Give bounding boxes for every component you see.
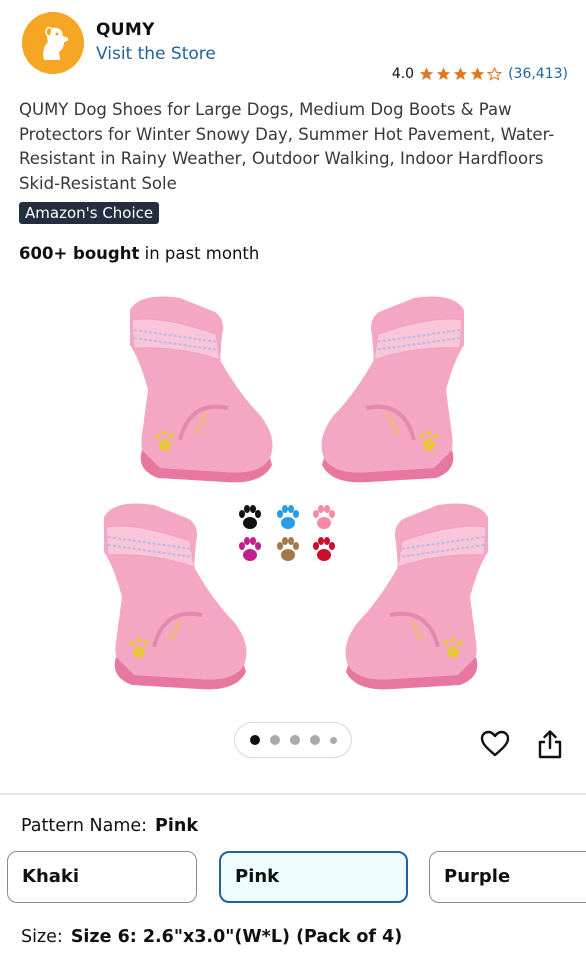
rating-summary[interactable]: 4.0 (36,413)	[392, 66, 568, 82]
pattern-option-purple[interactable]: Purple	[429, 851, 586, 903]
pattern-option-pink[interactable]: Pink	[219, 851, 408, 903]
section-divider	[0, 793, 586, 795]
carousel-dot[interactable]	[269, 735, 280, 745]
carousel-dot[interactable]	[309, 735, 320, 745]
brand-name: QUMY	[96, 20, 155, 40]
bought-period: in past month	[139, 244, 260, 263]
product-header: QUMY Visit the Store 4.0 (36,413)	[0, 0, 586, 90]
heart-icon[interactable]	[480, 730, 510, 758]
bought-count: 600+ bought	[19, 244, 140, 263]
carousel-dot[interactable]	[289, 735, 300, 745]
review-count-link[interactable]: (36,413)	[508, 66, 568, 82]
size-selected: Size 6: 2.6"x3.0"(W*L) (Pack of 4)	[70, 927, 403, 947]
product-title: QUMY Dog Shoes for Large Dogs, Medium Do…	[19, 100, 555, 193]
star-full-icon	[419, 67, 434, 80]
rating-stars	[418, 66, 503, 82]
rating-value: 4.0	[391, 66, 415, 82]
pattern-label: Pattern Name:	[21, 816, 148, 836]
image-carousel-indicator[interactable]	[234, 722, 352, 758]
size-row: Size: Size 6: 2.6"x3.0"(W*L) (Pack of 4)	[21, 927, 402, 947]
carousel-dot-active[interactable]	[249, 735, 260, 745]
star-full-icon	[436, 67, 451, 80]
dog-logo-icon[interactable]	[22, 12, 84, 74]
bought-in-past-month: 600+ bought in past month	[19, 244, 259, 263]
visit-store-link[interactable]: Visit the Store	[96, 44, 216, 64]
pattern-name-row: Pattern Name: Pink	[21, 816, 198, 836]
size-label: Size:	[21, 927, 63, 947]
pattern-selected: Pink	[155, 816, 198, 836]
pattern-option-khaki[interactable]: Khaki	[7, 851, 197, 903]
pink-dog-boots-image[interactable]: QUMY	[86, 282, 506, 702]
share-icon[interactable]	[537, 729, 563, 759]
star-full-icon	[470, 67, 485, 80]
carousel-dot[interactable]	[329, 736, 337, 744]
star-full-icon	[453, 67, 468, 80]
amazons-choice-badge[interactable]: Amazon's Choice	[19, 202, 160, 224]
star-empty-icon	[486, 66, 503, 81]
